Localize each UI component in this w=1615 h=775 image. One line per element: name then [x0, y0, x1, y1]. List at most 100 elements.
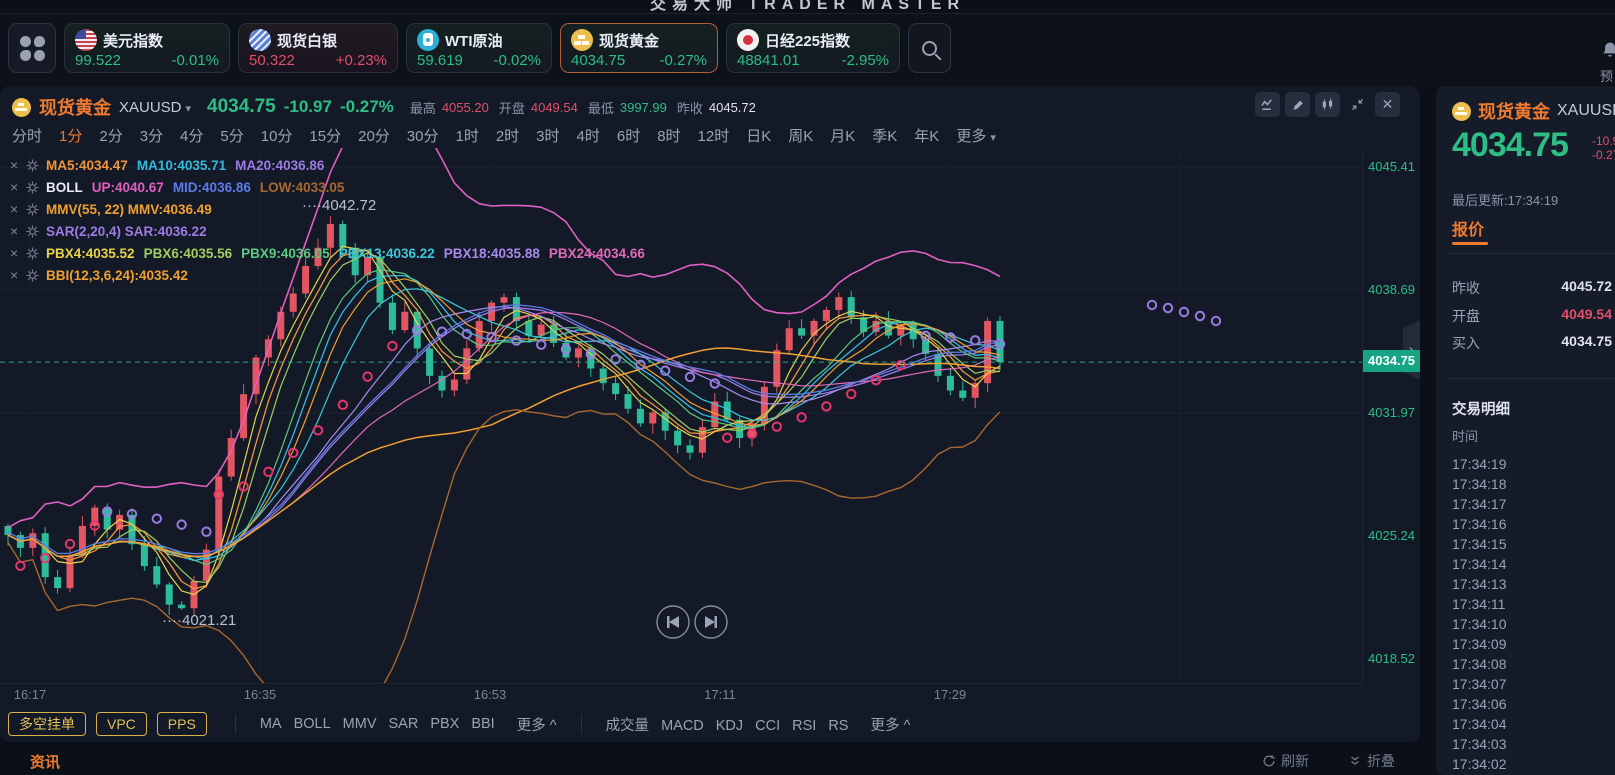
trade-row[interactable]: 17:34:044 — [1452, 714, 1615, 734]
legend-value: UP:4040.67 — [92, 180, 164, 195]
indicator-settings-icon[interactable] — [26, 269, 46, 282]
timeframe-tab-2分[interactable]: 2分 — [99, 125, 122, 146]
trade-row[interactable]: 17:34:034 — [1452, 734, 1615, 754]
timeframe-tab-12时[interactable]: 12时 — [698, 125, 730, 146]
indicator-settings-icon[interactable] — [26, 159, 46, 172]
double-chevron-down-icon — [1348, 754, 1362, 768]
remove-indicator-icon[interactable]: × — [10, 157, 26, 173]
trade-row[interactable]: 17:34:194 — [1452, 454, 1615, 474]
stat-value: 3997.99 — [620, 100, 667, 115]
ticker-card-nikkei-225[interactable]: 日经225指数48841.01-2.95% — [726, 23, 900, 73]
timeframe-tab-4分[interactable]: 4分 — [180, 125, 203, 146]
trade-row[interactable]: 17:34:074 — [1452, 674, 1615, 694]
ohlc-stats: 最高4055.20开盘4049.54最低3997.99昨收4045.72 — [410, 98, 760, 117]
refresh-button[interactable]: 刷新 — [1262, 751, 1309, 771]
apps-grid-button[interactable] — [8, 23, 56, 73]
collapse-button[interactable]: 折叠 — [1348, 751, 1395, 771]
ticker-card-spot-gold[interactable]: 现货黄金4034.75-0.27% — [560, 23, 718, 73]
remove-indicator-icon[interactable]: × — [10, 245, 26, 261]
timeframe-tab-6时[interactable]: 6时 — [617, 125, 640, 146]
trade-row[interactable]: 17:34:084 — [1452, 654, 1615, 674]
trade-row[interactable]: 17:34:134 — [1452, 574, 1615, 594]
trade-row[interactable]: 17:34:114 — [1452, 594, 1615, 614]
indicator-tab-SAR[interactable]: SAR — [389, 716, 419, 732]
remove-indicator-icon[interactable]: × — [10, 201, 26, 217]
timeframe-tab-1时[interactable]: 1时 — [455, 125, 478, 146]
ticker-card-wti-oil[interactable]: WTI原油59.619-0.02% — [406, 23, 552, 73]
timeframe-tab-4时[interactable]: 4时 — [577, 125, 600, 146]
ticker-card-usd-index[interactable]: 美元指数99.522-0.01% — [64, 23, 230, 73]
more-sub-indicators[interactable]: 更多 ^ — [870, 714, 910, 735]
symbol-name[interactable]: 现货黄金 — [39, 94, 111, 120]
indicator-settings-icon[interactable] — [26, 225, 46, 238]
timeframe-tab-分时[interactable]: 分时 — [12, 125, 42, 146]
price-axis-label: 4025.24 — [1368, 528, 1420, 543]
tab-news[interactable]: 资讯 — [30, 751, 60, 772]
trade-row[interactable]: 17:34:104 — [1452, 614, 1615, 634]
trade-time: 17:34:19 — [1452, 456, 1507, 472]
indicator-tab-BBI[interactable]: BBI — [471, 716, 494, 732]
sub-indicator-tab-MACD[interactable]: MACD — [661, 718, 704, 734]
timeframe-tab-日K[interactable]: 日K — [746, 125, 771, 146]
trade-row[interactable]: 17:34:094 — [1452, 634, 1615, 654]
indicator-tab-MA[interactable]: MA — [260, 716, 282, 732]
trade-row[interactable]: 17:34:154 — [1452, 534, 1615, 554]
timeframe-tab-30分[interactable]: 30分 — [407, 125, 439, 146]
ticker-card-spot-silver[interactable]: 现货白银50.322+0.23% — [238, 23, 398, 73]
timeframe-more[interactable]: 更多▾ — [956, 125, 996, 146]
indicator-tab-MMV[interactable]: MMV — [343, 716, 377, 732]
indicator-tab-PBX[interactable]: PBX — [430, 716, 459, 732]
time-column-header: 时间 — [1452, 426, 1478, 445]
legend-value: MA5:4034.47 — [46, 158, 128, 173]
sub-indicator-tab-RS[interactable]: RS — [828, 718, 848, 734]
indicator-settings-icon[interactable] — [26, 247, 46, 260]
timeframe-tab-月K[interactable]: 月K — [830, 125, 855, 146]
remove-indicator-icon[interactable]: × — [10, 223, 26, 239]
indicator-settings-icon[interactable] — [26, 181, 46, 194]
close-chart-icon[interactable]: ✕ — [1375, 92, 1400, 117]
order-button-2[interactable]: PPS — [157, 712, 207, 736]
timeframe-tab-1分[interactable]: 1分 — [59, 125, 82, 146]
timeframe-tab-5分[interactable]: 5分 — [220, 125, 243, 146]
last-update: 最后更新:17:34:19 — [1452, 190, 1558, 209]
sub-indicator-tab-RSI[interactable]: RSI — [792, 718, 816, 734]
legend-value: PBX18:4035.88 — [444, 246, 540, 261]
indicator-tab-BOLL[interactable]: BOLL — [294, 716, 331, 732]
line-chart-icon[interactable] — [1255, 92, 1280, 117]
timeframe-tab-季K[interactable]: 季K — [872, 125, 897, 146]
alert-bell-icon[interactable] — [1600, 40, 1615, 60]
draw-pencil-icon[interactable] — [1285, 92, 1310, 117]
trade-row[interactable]: 17:34:164 — [1452, 514, 1615, 534]
timeframe-tab-20分[interactable]: 20分 — [358, 125, 390, 146]
trade-row[interactable]: 17:34:064 — [1452, 694, 1615, 714]
sub-indicator-tab-成交量[interactable]: 成交量 — [606, 718, 650, 734]
search-button[interactable] — [908, 23, 951, 73]
trade-list[interactable]: 17:34:19417:34:18417:34:17417:34:16417:3… — [1452, 454, 1615, 774]
timeframe-tab-3分[interactable]: 3分 — [140, 125, 163, 146]
timeframe-tab-10分[interactable]: 10分 — [261, 125, 293, 146]
trade-row[interactable]: 17:34:024 — [1452, 754, 1615, 774]
symbol-code[interactable]: XAUUSD▾ — [119, 99, 191, 116]
remove-indicator-icon[interactable]: × — [10, 179, 26, 195]
sub-indicator-tab-CCI[interactable]: CCI — [755, 718, 780, 734]
shrink-icon[interactable] — [1345, 92, 1370, 117]
timeframe-tab-8时[interactable]: 8时 — [657, 125, 680, 146]
tab-quote[interactable]: 报价 — [1452, 216, 1484, 240]
order-button-1[interactable]: VPC — [96, 712, 147, 736]
more-main-indicators[interactable]: 更多 ^ — [517, 714, 557, 735]
trade-row[interactable]: 17:34:144 — [1452, 554, 1615, 574]
timeframe-tab-15分[interactable]: 15分 — [309, 125, 341, 146]
remove-indicator-icon[interactable]: × — [10, 267, 26, 283]
legend-value: MID:4036.86 — [173, 180, 251, 195]
timeframe-tab-年K[interactable]: 年K — [914, 125, 939, 146]
sub-indicator-tab-KDJ[interactable]: KDJ — [716, 718, 743, 734]
timeframe-tab-周K[interactable]: 周K — [788, 125, 813, 146]
timeframe-tab-3时[interactable]: 3时 — [536, 125, 559, 146]
trade-row[interactable]: 17:34:174 — [1452, 494, 1615, 514]
candlestick-style-icon[interactable] — [1315, 92, 1340, 117]
timeframe-tab-2时[interactable]: 2时 — [496, 125, 519, 146]
order-button-0[interactable]: 多空挂单 — [8, 712, 86, 736]
trade-row[interactable]: 17:34:184 — [1452, 474, 1615, 494]
tab-underline — [1452, 242, 1488, 245]
indicator-settings-icon[interactable] — [26, 203, 46, 216]
